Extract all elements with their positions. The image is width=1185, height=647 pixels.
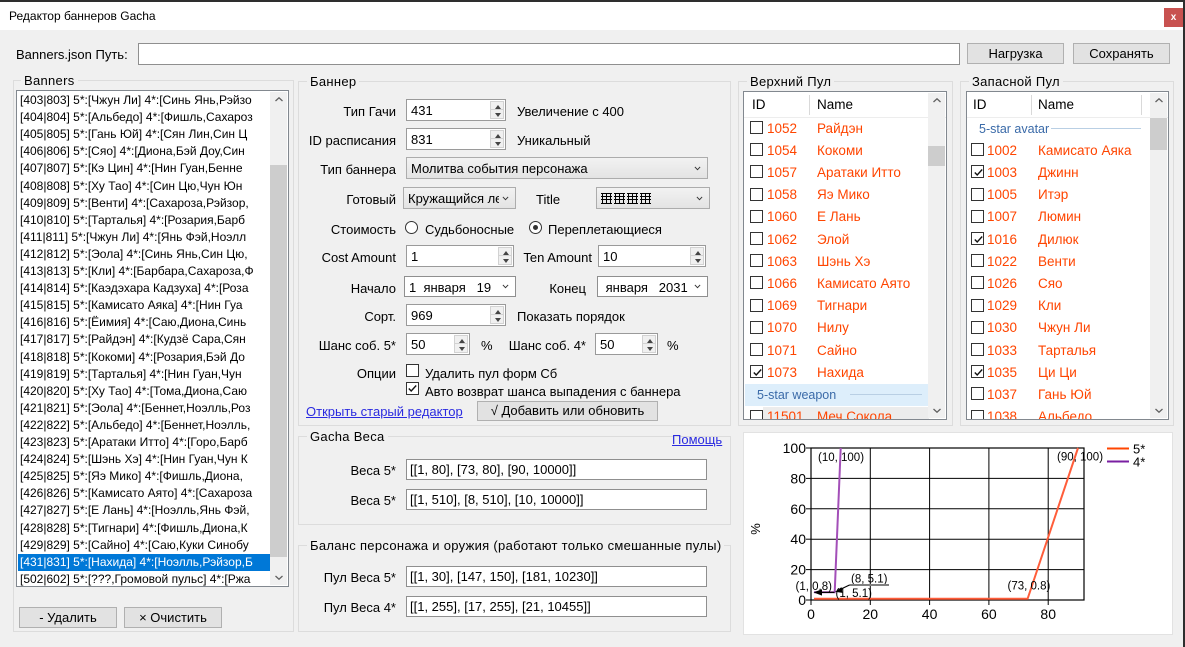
svg-text:(10, 100): (10, 100) <box>818 452 864 464</box>
svg-text:20: 20 <box>863 606 879 622</box>
svg-text:60: 60 <box>790 501 806 517</box>
svg-text:0: 0 <box>798 592 806 608</box>
svg-text:(8, 5.1): (8, 5.1) <box>851 574 888 586</box>
svg-text:40: 40 <box>922 606 938 622</box>
svg-text:(1, 0.8): (1, 0.8) <box>796 581 833 593</box>
svg-text:80: 80 <box>790 470 806 486</box>
svg-text:100: 100 <box>783 440 807 456</box>
svg-text:60: 60 <box>981 606 997 622</box>
svg-text:4*: 4* <box>1133 455 1145 470</box>
svg-text:0: 0 <box>807 606 815 622</box>
svg-text:80: 80 <box>1040 606 1056 622</box>
svg-text:(90, 100): (90, 100) <box>1057 452 1103 464</box>
svg-text:%: % <box>748 523 763 535</box>
svg-text:(73, 0.8): (73, 0.8) <box>1008 581 1051 593</box>
svg-text:40: 40 <box>790 531 806 547</box>
svg-text:20: 20 <box>790 562 806 578</box>
